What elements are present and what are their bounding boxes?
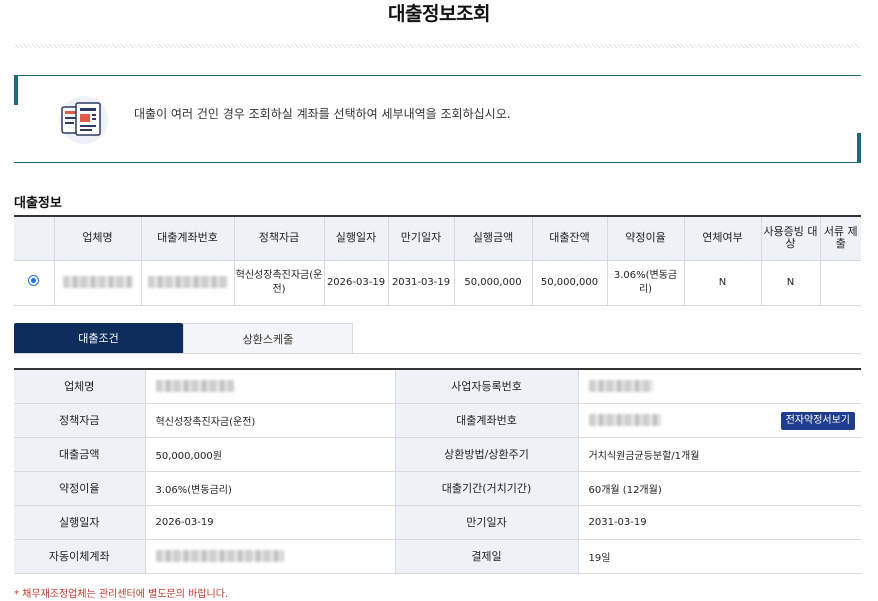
exec-amount-cell: 50,000,000 <box>453 259 533 306</box>
redacted-company <box>155 380 234 393</box>
account-value: 전자약정서보기 <box>577 402 861 438</box>
company-value <box>144 368 396 404</box>
table-header-row: 업체명 대출계좌번호 정책자금 실행일자 만기일자 실행금액 대출잔액 약정이율… <box>14 215 861 261</box>
row-radio-button[interactable] <box>28 274 40 286</box>
notice-top-line <box>14 75 861 76</box>
row-select-cell[interactable] <box>14 259 55 306</box>
table-row: 약정이율 3.06%(변동금리) 대출기간(거치기간) 60개월 (12개월) <box>14 470 861 506</box>
table-row: 자동이체계좌 결제일 19일 <box>14 538 861 574</box>
loan-info-title: 대출정보 <box>14 196 62 211</box>
biz-reg-label: 사업자등록번호 <box>394 368 579 404</box>
column-header: 약정이율 <box>606 215 685 261</box>
repay-value: 거치식원금균등분할/1개월 <box>577 436 861 472</box>
column-header: 사용증빙 대상 <box>760 215 821 261</box>
maturity-date-cell: 2031-03-19 <box>387 259 455 306</box>
redacted-autodebit-account <box>155 550 284 562</box>
table-row: 업체명 사업자등록번호 <box>14 368 861 404</box>
view-e-contract-button[interactable]: 전자약정서보기 <box>780 411 855 430</box>
footnote: * 채무재조정업체는 관리센터에 별도문의 바랍니다. <box>14 589 229 600</box>
rate-cell: 3.06%(변동금리) <box>606 259 685 306</box>
redacted-account <box>588 414 661 426</box>
biz-reg-value <box>577 368 861 404</box>
redacted-account <box>147 275 228 288</box>
column-header: 대출잔액 <box>531 215 608 261</box>
column-header: 연체여부 <box>683 215 762 261</box>
loan-info-table: 업체명 대출계좌번호 정책자금 실행일자 만기일자 실행금액 대출잔액 약정이율… <box>14 215 861 306</box>
column-header: 실행일자 <box>323 215 389 261</box>
column-header: 정책자금 <box>233 215 325 261</box>
notice-corner <box>14 75 18 105</box>
tab-divider <box>14 353 861 354</box>
account-cell <box>140 259 235 306</box>
rate-label: 약정이율 <box>14 470 146 506</box>
account-label: 대출계좌번호 <box>394 402 579 438</box>
column-header: 대출계좌번호 <box>140 215 235 261</box>
balance-cell: 50,000,000 <box>531 259 608 306</box>
exec-date-cell: 2026-03-19 <box>323 259 389 306</box>
exec-date-label: 실행일자 <box>14 504 146 540</box>
doc-submit-cell <box>819 259 861 306</box>
redacted-biz-reg <box>588 380 653 393</box>
table-row: 대출금액 50,000,000원 상환방법/상환주기 거치식원금균등분할/1개월 <box>14 436 861 472</box>
title-divider <box>14 44 860 48</box>
notice-message: 대출이 여러 건인 경우 조회하실 계좌를 선택하여 세부내역을 조회하십시오. <box>134 107 511 121</box>
rate-value: 3.06%(변동금리) <box>144 470 396 506</box>
payday-value: 19일 <box>577 538 861 574</box>
policy-fund-value: 혁신성장촉진자금(운전) <box>144 402 396 438</box>
repay-label: 상환방법/상환주기 <box>394 436 579 472</box>
tab-loan-conditions[interactable]: 대출조건 <box>14 323 183 354</box>
amount-label: 대출금액 <box>14 436 146 472</box>
column-header: 업체명 <box>53 215 142 261</box>
autodebit-label: 자동이체계좌 <box>14 538 146 574</box>
maturity-date-label: 만기일자 <box>394 504 579 540</box>
autodebit-value <box>144 538 396 574</box>
page-title: 대출정보조회 <box>388 3 490 25</box>
table-row[interactable]: 혁신성장촉진자금(운전) 2026-03-19 2031-03-19 50,00… <box>14 259 861 306</box>
notice-box: 대출이 여러 건인 경우 조회하실 계좌를 선택하여 세부내역을 조회하십시오. <box>14 75 861 163</box>
exec-date-value: 2026-03-19 <box>144 504 396 540</box>
document-icon <box>60 96 108 144</box>
table-row: 실행일자 2026-03-19 만기일자 2031-03-19 <box>14 504 861 540</box>
payday-label: 결제일 <box>394 538 579 574</box>
period-label: 대출기간(거치기간) <box>394 470 579 506</box>
redacted-company <box>62 275 133 288</box>
company-label: 업체명 <box>14 368 146 404</box>
select-column-header <box>14 215 55 261</box>
column-header: 서류 제출 <box>819 215 861 261</box>
overdue-cell: N <box>683 259 762 306</box>
amount-value: 50,000,000원 <box>144 436 396 472</box>
usage-proof-cell: N <box>760 259 821 306</box>
loan-conditions-table: 업체명 사업자등록번호 정책자금 혁신성장촉진자금(운전) 대출계좌번호 전자약… <box>14 368 861 574</box>
policy-fund-label: 정책자금 <box>14 402 146 438</box>
policy-fund-cell: 혁신성장촉진자금(운전) <box>233 259 325 306</box>
maturity-date-value: 2031-03-19 <box>577 504 861 540</box>
notice-corner <box>857 133 861 163</box>
column-header: 만기일자 <box>387 215 455 261</box>
period-value: 60개월 (12개월) <box>577 470 861 506</box>
tab-repayment-schedule[interactable]: 상환스케줄 <box>183 323 353 354</box>
column-header: 실행금액 <box>453 215 533 261</box>
company-cell <box>53 259 142 306</box>
table-row: 정책자금 혁신성장촉진자금(운전) 대출계좌번호 전자약정서보기 <box>14 402 861 438</box>
notice-bottom-line <box>14 162 861 163</box>
detail-tabs: 대출조건 상환스케줄 <box>14 323 861 354</box>
